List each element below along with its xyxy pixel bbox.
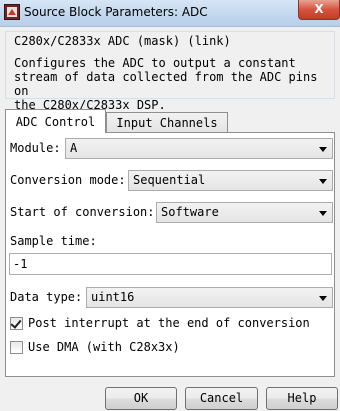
use-dma-label: Use DMA (with C28x3x) <box>28 340 180 354</box>
description-group: C280x/C2833x ADC (mask) (link) Configure… <box>5 31 335 112</box>
conversion-mode-dropdown[interactable]: Sequential <box>128 170 333 191</box>
data-type-dropdown[interactable]: uint16 <box>86 287 333 308</box>
sample-time-label: Sample time: <box>10 234 97 248</box>
cancel-button[interactable]: Cancel <box>185 387 258 410</box>
close-button[interactable]: X <box>298 0 340 20</box>
description-legend: C280x/C2833x ADC (mask) (link) <box>12 34 233 48</box>
ok-button[interactable]: OK <box>105 387 177 410</box>
description-text: Configures the ADC to output a constant … <box>14 56 318 112</box>
chevron-down-icon <box>319 296 327 301</box>
post-interrupt-label: Post interrupt at the end of conversion <box>28 316 310 330</box>
module-dropdown[interactable]: A <box>65 138 333 159</box>
start-of-conversion-value: Software <box>161 205 219 219</box>
data-type-value: uint16 <box>91 290 135 304</box>
module-label: Module: <box>10 141 61 155</box>
start-of-conversion-dropdown[interactable]: Software <box>156 202 333 223</box>
chevron-down-icon <box>319 179 327 184</box>
tab-adc-control[interactable]: ADC Control <box>5 109 106 133</box>
module-value: A <box>70 141 78 155</box>
chevron-down-icon <box>319 211 327 216</box>
data-type-label: Data type: <box>10 290 83 304</box>
chevron-down-icon <box>319 147 327 152</box>
checkmark-icon <box>10 317 22 329</box>
use-dma-checkbox[interactable] <box>10 341 23 354</box>
title-bar[interactable]: Source Block Parameters: ADC X <box>0 0 340 27</box>
conversion-mode-label: Conversion mode: <box>10 173 126 187</box>
help-button[interactable]: Help <box>266 387 338 410</box>
post-interrupt-checkbox[interactable] <box>10 317 23 330</box>
start-of-conversion-label: Start of conversion: <box>10 205 155 219</box>
window-title: Source Block Parameters: ADC <box>24 5 208 19</box>
simulink-block-icon <box>4 4 20 20</box>
adc-control-panel: Module: A Conversion mode: Sequential St… <box>5 132 335 377</box>
tab-input-channels[interactable]: Input Channels <box>106 112 228 133</box>
dialog-body: C280x/C2833x ADC (mask) (link) Configure… <box>0 27 340 411</box>
conversion-mode-value: Sequential <box>133 173 206 187</box>
sample-time-input[interactable]: -1 <box>9 253 332 275</box>
